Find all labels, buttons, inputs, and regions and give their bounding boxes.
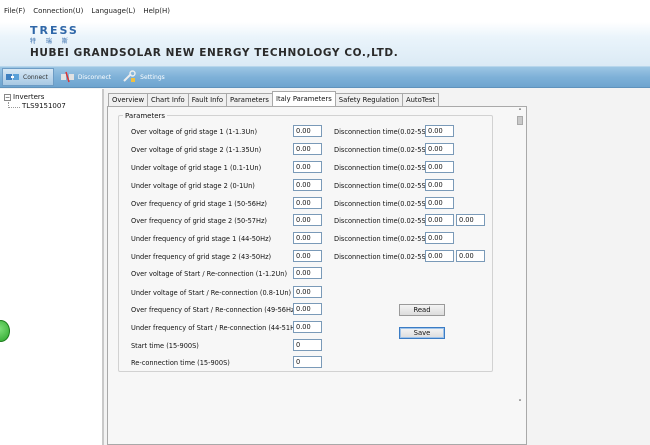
disconnection-time-label: Disconnection time(0.02-5S): [334, 253, 429, 261]
save-button[interactable]: Save: [399, 327, 445, 339]
disconnection-time-input[interactable]: 0.00: [425, 214, 454, 226]
disconnect-label: Disconnect: [77, 73, 112, 81]
vertical-scrollbar[interactable]: ˄ ˅: [515, 108, 525, 410]
scroll-thumb[interactable]: [517, 116, 523, 125]
tree-connector: [8, 107, 20, 108]
scroll-up-icon[interactable]: ˄: [515, 108, 525, 116]
parameter-label: Over frequency of grid stage 1 (50-56Hz): [131, 200, 267, 208]
parameter-input[interactable]: 0: [293, 356, 322, 368]
read-button[interactable]: Read: [399, 304, 445, 316]
connect-button[interactable]: Connect: [2, 68, 54, 86]
parameter-input[interactable]: 0.00: [293, 250, 322, 262]
parameter-label: Over frequency of Start / Re-connection …: [131, 306, 297, 314]
parameter-label: Start time (15-900S): [131, 342, 199, 350]
settings-button[interactable]: Settings: [120, 68, 170, 86]
disconnection-time-label: Disconnection time(0.02-5S): [334, 200, 429, 208]
settings-label: Settings: [140, 73, 165, 81]
disconnect-icon: [60, 70, 75, 84]
collapse-icon[interactable]: −: [4, 94, 11, 101]
disconnection-time-input[interactable]: 0.00: [425, 143, 454, 155]
company-name: HUBEI GRANDSOLAR NEW ENERGY TECHNOLOGY C…: [30, 47, 399, 59]
connect-icon: [5, 70, 20, 84]
parameter-input[interactable]: 0: [293, 339, 322, 351]
parameter-label: Over voltage of Start / Re-connection (1…: [131, 270, 288, 278]
parameter-label: Re-connection time (15-900S): [131, 359, 230, 367]
parameter-label: Over voltage of grid stage 1 (1-1.3Un): [131, 128, 258, 136]
disconnection-time-input[interactable]: 0.00: [425, 161, 454, 173]
tab-chart-info[interactable]: Chart Info: [147, 93, 189, 106]
tab-parameters[interactable]: Parameters: [226, 93, 273, 106]
parameter-label: Under frequency of Start / Re-connection…: [131, 324, 302, 332]
tab-safety-regulation[interactable]: Safety Regulation: [334, 93, 403, 106]
parameter-label: Under voltage of Start / Re-connection (…: [131, 289, 292, 297]
scroll-down-icon[interactable]: ˅: [515, 399, 525, 407]
parameter-input[interactable]: 0.00: [293, 321, 322, 333]
parameter-input[interactable]: 0.00: [293, 214, 322, 226]
tree-node-inverters[interactable]: − Inverters: [4, 93, 44, 101]
tree-node-device[interactable]: TLS9151007: [22, 102, 66, 110]
parameter-input[interactable]: 0.00: [293, 125, 322, 137]
settings-icon: [122, 70, 137, 84]
disconnection-time-input[interactable]: 0.00: [425, 179, 454, 191]
header-banner: TRESS 特 瑞 斯 HUBEI GRANDSOLAR NEW ENERGY …: [0, 22, 650, 66]
menu-help[interactable]: Help(H): [143, 7, 170, 15]
disconnection-time-input[interactable]: 0.00: [425, 125, 454, 137]
disconnection-time-input[interactable]: 0.00: [425, 232, 454, 244]
tab-bar: Overview Chart Info Fault Info Parameter…: [108, 91, 440, 106]
tab-fault-info[interactable]: Fault Info: [187, 93, 228, 106]
parameter-input[interactable]: 0.00: [293, 143, 322, 155]
parameter-label: Under voltage of grid stage 1 (0.1-1Un): [131, 164, 262, 172]
brand-logo-subtitle: 特 瑞 斯: [30, 38, 72, 45]
tab-italy-parameters[interactable]: Italy Parameters: [271, 91, 336, 106]
parameter-input[interactable]: 0.00: [293, 286, 322, 298]
disconnection-time-input[interactable]: 0.00: [425, 197, 454, 209]
disconnection-time-label: Disconnection time(0.02-5S): [334, 217, 429, 225]
secondary-disconnection-input[interactable]: 0.00: [456, 250, 485, 262]
tab-overview[interactable]: Overview: [108, 93, 148, 106]
disconnection-time-input[interactable]: 0.00: [425, 250, 454, 262]
disconnection-time-label: Disconnection time(0.02-5S): [334, 146, 429, 154]
tab-autotest[interactable]: AutoTest: [401, 93, 440, 106]
disconnection-time-label: Disconnection time(0.02-5S): [334, 164, 429, 172]
connect-label: Connect: [23, 73, 48, 81]
inverter-tree: − Inverters TLS9151007: [0, 89, 104, 445]
tree-root-label: Inverters: [13, 93, 45, 101]
secondary-disconnection-input[interactable]: 0.00: [456, 214, 485, 226]
parameter-input[interactable]: 0.00: [293, 197, 322, 209]
parameters-group-title: Parameters: [123, 112, 168, 120]
menu-language[interactable]: Language(L): [91, 7, 135, 15]
disconnection-time-label: Disconnection time(0.02-5S): [334, 128, 429, 136]
menu-bar: File(F) Connection(U) Language(L) Help(H…: [0, 0, 650, 22]
parameter-input[interactable]: 0.00: [293, 303, 322, 315]
menu-connection[interactable]: Connection(U): [33, 7, 83, 15]
toolbar: Connect Disconnect Settings: [0, 66, 650, 88]
parameter-label: Under frequency of grid stage 2 (43-50Hz…: [131, 253, 272, 261]
parameter-label: Under voltage of grid stage 2 (0-1Un): [131, 182, 255, 190]
parameter-input[interactable]: 0.00: [293, 179, 322, 191]
parameter-label: Over voltage of grid stage 2 (1-1.35Un): [131, 146, 262, 154]
parameter-input[interactable]: 0.00: [293, 161, 322, 173]
parameter-label: Under frequency of grid stage 1 (44-50Hz…: [131, 235, 272, 243]
parameter-input[interactable]: 0.00: [293, 232, 322, 244]
disconnect-button[interactable]: Disconnect: [58, 68, 116, 86]
disconnection-time-label: Disconnection time(0.02-5S): [334, 182, 429, 190]
parameter-input[interactable]: 0.00: [293, 267, 322, 279]
disconnection-time-label: Disconnection time(0.02-5S): [334, 235, 429, 243]
menu-file[interactable]: File(F): [4, 7, 25, 15]
parameter-label: Over frequency of grid stage 2 (50-57Hz): [131, 217, 267, 225]
